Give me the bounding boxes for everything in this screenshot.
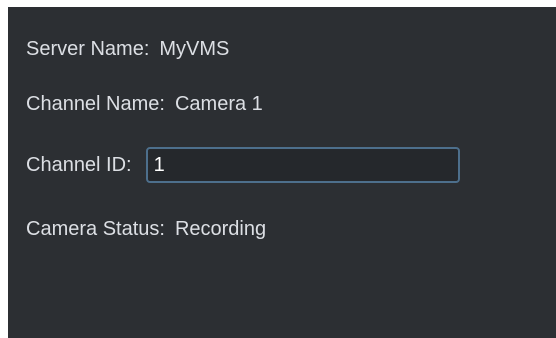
channel-id-label: Channel ID: bbox=[26, 153, 132, 176]
channel-name-value: Camera 1 bbox=[174, 93, 263, 115]
camera-status-value: Recording bbox=[174, 218, 267, 240]
server-name-value: MyVMS bbox=[159, 38, 230, 60]
server-name-row: Server Name: MyVMS bbox=[26, 38, 229, 61]
channel-name-row: Channel Name: Camera 1 bbox=[26, 93, 263, 116]
channel-id-input[interactable] bbox=[145, 147, 460, 183]
server-name-label: Server Name: bbox=[26, 38, 150, 60]
channel-info-panel: Server Name: MyVMS Channel Name: Camera … bbox=[8, 7, 556, 338]
camera-status-label: Camera Status: bbox=[26, 218, 165, 240]
camera-status-row: Camera Status: Recording bbox=[26, 218, 266, 241]
channel-name-label: Channel Name: bbox=[26, 93, 165, 115]
channel-id-row: Channel ID: bbox=[26, 147, 460, 183]
